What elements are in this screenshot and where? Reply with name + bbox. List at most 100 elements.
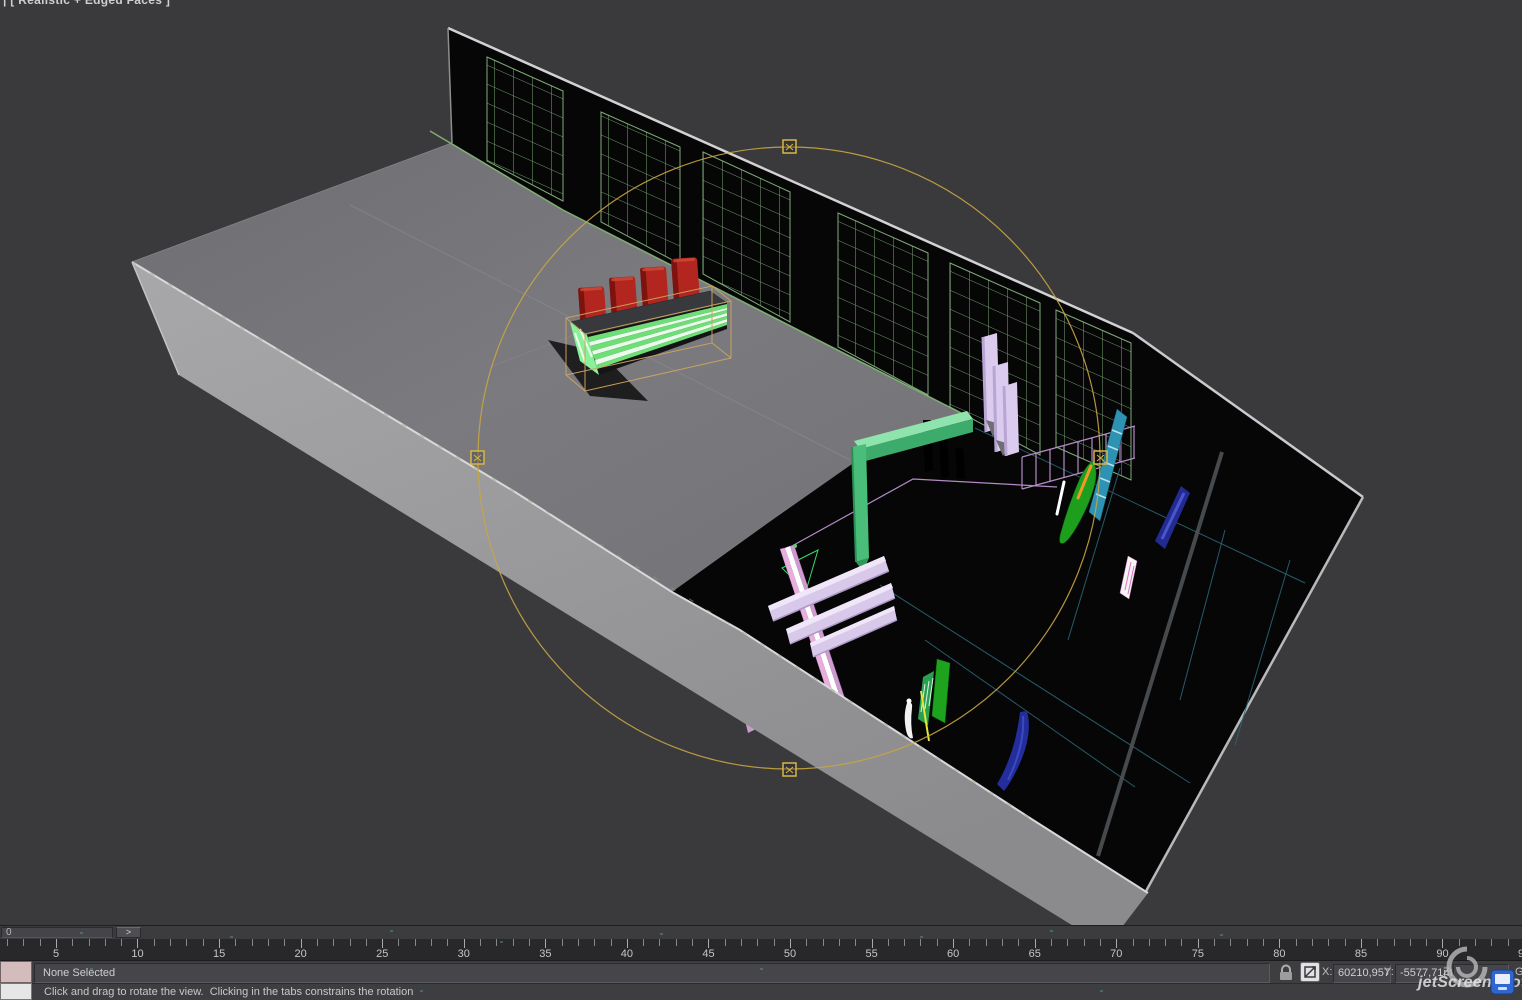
ruler-tick — [350, 939, 351, 946]
next-frame-button[interactable]: > — [116, 927, 141, 938]
ruler-tick — [121, 939, 122, 946]
watermark-dot — [1050, 930, 1053, 932]
ruler-tick — [415, 939, 416, 946]
ruler-frame-label: 25 — [376, 948, 388, 960]
ruler-tick — [741, 939, 742, 946]
3ds-max-window: | [ Realistic + Edged Faces ] 0 > 510152… — [0, 0, 1522, 1000]
ruler-tick — [1214, 939, 1215, 946]
ruler-tick — [1263, 939, 1264, 946]
ruler-frame-label: 80 — [1273, 948, 1285, 960]
ruler-tick — [1165, 939, 1166, 946]
ruler-tick — [301, 939, 302, 948]
ruler-tick — [855, 939, 856, 946]
z-coord-label: Z: — [1443, 966, 1453, 978]
ruler-tick — [23, 939, 24, 946]
ruler-tick — [480, 939, 481, 946]
ruler-tick — [1247, 939, 1248, 946]
ruler-tick — [1394, 939, 1395, 946]
ruler-tick — [513, 939, 514, 946]
time-slider[interactable]: 0 — [1, 927, 113, 938]
ruler-tick — [1230, 939, 1231, 946]
ruler-tick — [627, 939, 628, 948]
ruler-tick — [1442, 939, 1443, 948]
viewport-3d-scene[interactable] — [0, 0, 1522, 925]
ruler-tick — [888, 939, 889, 946]
ruler-tick — [1296, 939, 1297, 946]
x-coord-label: X: — [1322, 966, 1332, 978]
watermark-dot — [80, 932, 83, 934]
ruler-tick — [986, 939, 987, 946]
white-blade-curl — [907, 699, 912, 704]
ruler-tick — [1116, 939, 1117, 948]
ruler-tick — [953, 939, 954, 948]
ruler-tick — [1133, 939, 1134, 946]
ruler-tick — [170, 939, 171, 946]
maxscript-mini-listener-pink[interactable] — [0, 961, 32, 983]
watermark-dot — [660, 933, 663, 935]
watermark-dot — [230, 936, 233, 938]
watermark-dot — [500, 941, 503, 943]
ruler-tick — [137, 939, 138, 948]
z-coord-field[interactable] — [1453, 964, 1509, 983]
ruler-tick — [823, 939, 824, 946]
ruler-tick — [676, 939, 677, 946]
ruler-tick — [56, 939, 57, 948]
ruler-tick — [105, 939, 106, 946]
selection-lock-icon[interactable] — [1278, 963, 1294, 981]
ruler-tick — [578, 939, 579, 946]
ruler-frame-label: 75 — [1192, 948, 1204, 960]
ruler-frame-label: 65 — [1029, 948, 1041, 960]
watermark-dot — [1100, 990, 1103, 992]
timeline-ruler[interactable]: 5101520253035404550556065707580859095 — [0, 939, 1522, 961]
ruler-tick — [774, 939, 775, 946]
ruler-frame-label: 60 — [947, 948, 959, 960]
ruler-tick — [920, 939, 921, 946]
ruler-tick — [969, 939, 970, 946]
ruler-frame-label: 50 — [784, 948, 796, 960]
y-coord-label: Y: — [1384, 966, 1394, 978]
ruler-tick — [839, 939, 840, 946]
absolute-mode-icon[interactable] — [1300, 962, 1320, 982]
ruler-tick — [1279, 939, 1280, 948]
ruler-tick — [790, 939, 791, 948]
ruler-tick — [594, 939, 595, 946]
ruler-tick — [447, 939, 448, 946]
ruler-tick — [1491, 939, 1492, 946]
ruler-tick — [235, 939, 236, 946]
ruler-tick — [203, 939, 204, 946]
grid-label: G — [1515, 966, 1522, 978]
ruler-tick — [1410, 939, 1411, 946]
watermark-dot — [420, 990, 423, 992]
viewport-shading-label[interactable]: | [ Realistic + Edged Faces ] — [3, 0, 170, 7]
ruler-tick — [496, 939, 497, 946]
ruler-tick — [431, 939, 432, 946]
ruler-tick — [1018, 939, 1019, 946]
ruler-tick — [1361, 939, 1362, 948]
ruler-frame-label: 70 — [1110, 948, 1122, 960]
ruler-tick — [708, 939, 709, 948]
ruler-tick — [1002, 939, 1003, 946]
watermark-dot — [90, 968, 93, 970]
maxscript-mini-listener-white[interactable] — [0, 983, 32, 1000]
ruler-tick — [72, 939, 73, 946]
ruler-tick — [659, 939, 660, 946]
ruler-tick — [1345, 939, 1346, 946]
ruler-tick — [611, 939, 612, 946]
ruler-tick — [1328, 939, 1329, 946]
ruler-tick — [40, 939, 41, 946]
watermark-dot — [390, 930, 393, 932]
ruler-tick — [1067, 939, 1068, 946]
ruler-frame-label: 30 — [458, 948, 470, 960]
ruler-tick — [1459, 939, 1460, 946]
ruler-frame-label: 85 — [1355, 948, 1367, 960]
ruler-tick — [1377, 939, 1378, 946]
x-coord-field[interactable]: 60210,957 — [1333, 964, 1391, 983]
ruler-frame-label: 35 — [539, 948, 551, 960]
ruler-tick — [1198, 939, 1199, 948]
perspective-viewport[interactable]: | [ Realistic + Edged Faces ] — [0, 0, 1522, 925]
watermark-dot — [920, 936, 923, 938]
ruler-tick — [89, 939, 90, 946]
ruler-tick — [562, 939, 563, 946]
ruler-tick — [1312, 939, 1313, 946]
ruler-tick — [529, 939, 530, 946]
